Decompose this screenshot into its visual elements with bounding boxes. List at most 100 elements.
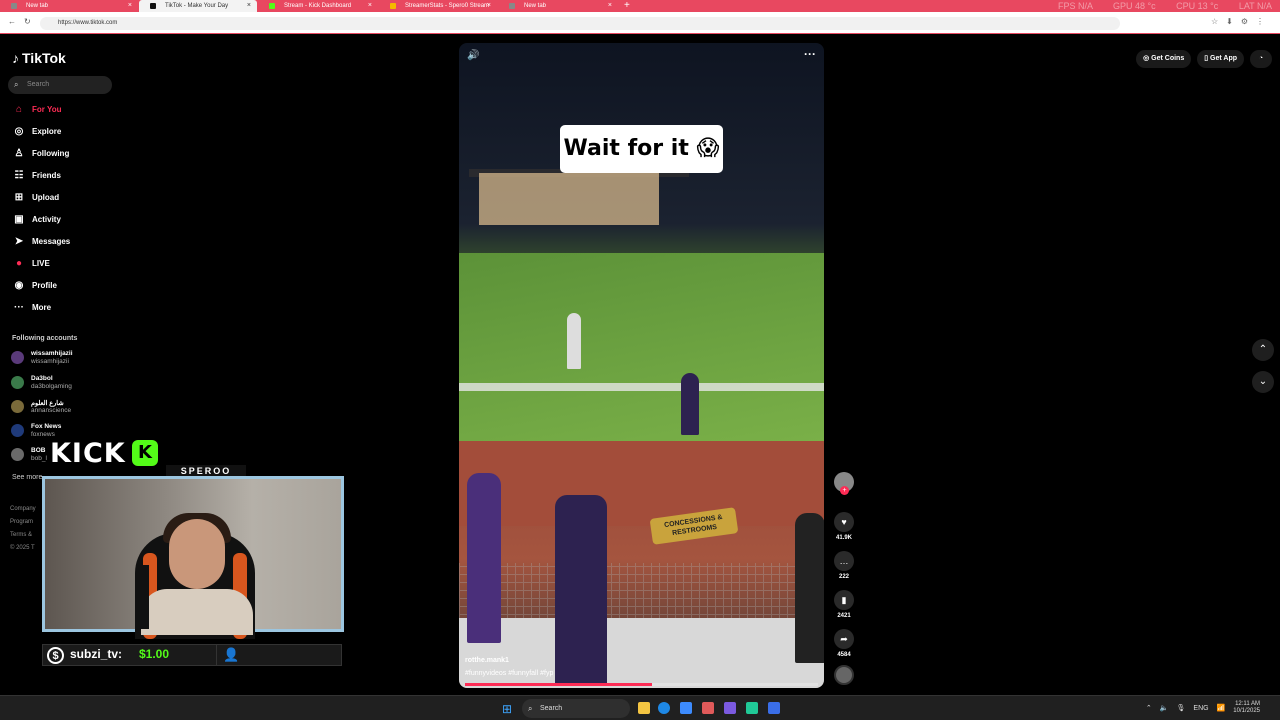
address-bar-row: ← ↻ https://www.tiktok.com ☆⬇⚙⋮ [0, 12, 1280, 34]
mail-icon[interactable] [702, 702, 714, 714]
get-app-button[interactable]: ▯ Get App [1197, 50, 1244, 68]
nav-upload[interactable]: ⊞ Upload [10, 190, 59, 206]
tab-label: TikTok - Make Your Day [165, 3, 229, 9]
app-icon[interactable] [746, 702, 758, 714]
nav-friends[interactable]: ☷ Friends [10, 168, 61, 184]
previous-video-chevron-up-icon[interactable]: ⌃ [1252, 339, 1274, 361]
fps-readout: FPS N/A [1058, 1, 1093, 11]
edge-icon[interactable] [658, 702, 670, 714]
account-name: Da3bol [31, 375, 53, 382]
nav-following[interactable]: ♙ Following [10, 146, 70, 162]
tip-amount: $1.00 [139, 647, 170, 661]
video-hashtags[interactable]: #funnyvideos #funnyfall #fyp [465, 670, 553, 677]
clock-time: 12:11 AM [1235, 701, 1260, 707]
tiktok-logo[interactable]: ♪ TikTok [12, 50, 66, 66]
browser-toolbar-icons[interactable]: ☆⬇⚙⋮ [1211, 17, 1272, 26]
tab-favicon [11, 3, 17, 9]
nav-label: LIVE [32, 259, 50, 268]
follow-plus-icon[interactable]: + [840, 486, 849, 495]
nav-label: For You [32, 105, 62, 114]
get-coins-button[interactable]: ◎ Get Coins [1136, 50, 1192, 68]
video-progress-bar[interactable] [465, 683, 818, 686]
nav-activity[interactable]: ▣ Activity [10, 212, 61, 228]
back-arrow-icon[interactable]: ← [8, 17, 16, 26]
compass-icon: ◎ [14, 126, 24, 137]
next-video-chevron-down-icon[interactable]: ⌄ [1252, 371, 1274, 393]
football-field [459, 253, 824, 443]
file-explorer-icon[interactable] [638, 702, 650, 714]
close-icon[interactable]: × [247, 0, 251, 12]
windows-start-icon[interactable]: ⊞ [502, 702, 512, 716]
user-avatar[interactable]: ◔ [1250, 50, 1272, 68]
tab-favicon [509, 3, 515, 9]
taskbar-search[interactable]: ⌕ Search [522, 699, 630, 718]
close-icon[interactable]: × [128, 0, 132, 12]
sound-disc-icon[interactable] [834, 665, 854, 685]
mic-icon[interactable]: 🎙 [1177, 704, 1186, 712]
close-icon[interactable]: × [487, 0, 491, 12]
more-icon: ··· [14, 302, 24, 313]
tab-label: New tab [26, 3, 49, 9]
chevron-up-icon[interactable]: ⌃ [1146, 704, 1152, 712]
nav-for-you[interactable]: ⌂ For You [10, 102, 62, 118]
comment-button[interactable]: … 222 [832, 551, 856, 580]
more-options-icon[interactable]: ··· [804, 47, 816, 61]
share-button[interactable]: ➦ 4584 [832, 629, 856, 658]
volume-icon[interactable]: 🔊 [467, 50, 479, 61]
avatar [11, 376, 24, 389]
url-field[interactable]: https://www.tiktok.com [40, 17, 1120, 30]
friends-icon: ☷ [14, 170, 24, 181]
send-icon: ➤ [14, 236, 24, 247]
store-icon[interactable] [680, 702, 692, 714]
browser-tab[interactable]: Stream - Kick Dashboard × [258, 0, 378, 12]
new-tab-button[interactable]: + [624, 0, 630, 11]
comment-icon: … [834, 551, 854, 571]
system-tray: ⌃ 🔈 🎙 ENG 📶 12:11 AM 10/1/2025 [1146, 701, 1260, 715]
bookmark-icon: ▮ [834, 590, 854, 610]
clock[interactable]: 12:11 AM 10/1/2025 [1233, 701, 1260, 715]
nav-more[interactable]: ··· More [10, 300, 51, 316]
browser-tab[interactable]: New tab × [0, 0, 138, 12]
avatar [11, 424, 24, 437]
reload-icon[interactable]: ↻ [24, 17, 31, 26]
clock-date: 10/1/2025 [1233, 708, 1260, 714]
save-button[interactable]: ▮ 2421 [832, 590, 856, 619]
nav-explore[interactable]: ◎ Explore [10, 124, 62, 140]
cpu-readout: CPU 13 °c [1176, 1, 1219, 11]
browser-tab-active[interactable]: TikTok - Make Your Day × [139, 0, 257, 12]
wifi-icon[interactable]: 📶 [1217, 704, 1226, 712]
search-input[interactable]: ⌕ Search [8, 76, 112, 94]
browser-tab[interactable]: StreamerStats - Spero0 Stream × [379, 0, 497, 12]
tab-label: Stream - Kick Dashboard [284, 3, 352, 9]
footer-link[interactable]: Terms & [10, 532, 32, 538]
streamer-body [141, 589, 253, 635]
like-button[interactable]: ♥ 41.9K [832, 512, 856, 541]
nav-messages[interactable]: ➤ Messages [10, 234, 70, 250]
taskbar-search-label: Search [540, 705, 563, 712]
nav-live[interactable]: ● LIVE [10, 256, 50, 272]
footer-link[interactable]: Program [10, 519, 33, 525]
creator-avatar[interactable]: + [834, 472, 854, 495]
video-author[interactable]: rotthe.mank1 [465, 657, 509, 664]
tiktok-header-actions: ◎ Get Coins ▯ Get App ◔ [1136, 50, 1272, 68]
discord-icon[interactable] [724, 702, 736, 714]
cheerleader-figure [681, 373, 699, 435]
tab-label: StreamerStats - Spero0 Stream [405, 3, 490, 9]
avatar [11, 448, 24, 461]
speaker-icon[interactable]: 🔈 [1160, 704, 1169, 712]
app-icon[interactable] [768, 702, 780, 714]
see-more-link[interactable]: See more [12, 474, 42, 481]
nav-profile[interactable]: ◉ Profile [10, 278, 57, 294]
video-player[interactable]: CONCESSIONS & RESTROOMS Wait for it 😱 🔊 … [459, 43, 824, 688]
streamer-head [169, 519, 225, 589]
search-placeholder: Search [27, 81, 50, 88]
microphone [141, 565, 149, 629]
browser-tab[interactable]: New tab × [498, 0, 618, 12]
language-indicator[interactable]: ENG [1193, 705, 1208, 712]
latest-tip-bar: $ subzi_tv: $1.00 [42, 644, 218, 666]
close-icon[interactable]: × [368, 0, 372, 12]
close-icon[interactable]: × [608, 0, 612, 12]
stadium-stands [479, 173, 659, 225]
windows-taskbar: ⊞ ⌕ Search ⌃ 🔈 🎙 ENG 📶 12:11 AM 10/1/202… [0, 695, 1280, 720]
footer-link[interactable]: Company [10, 506, 36, 512]
